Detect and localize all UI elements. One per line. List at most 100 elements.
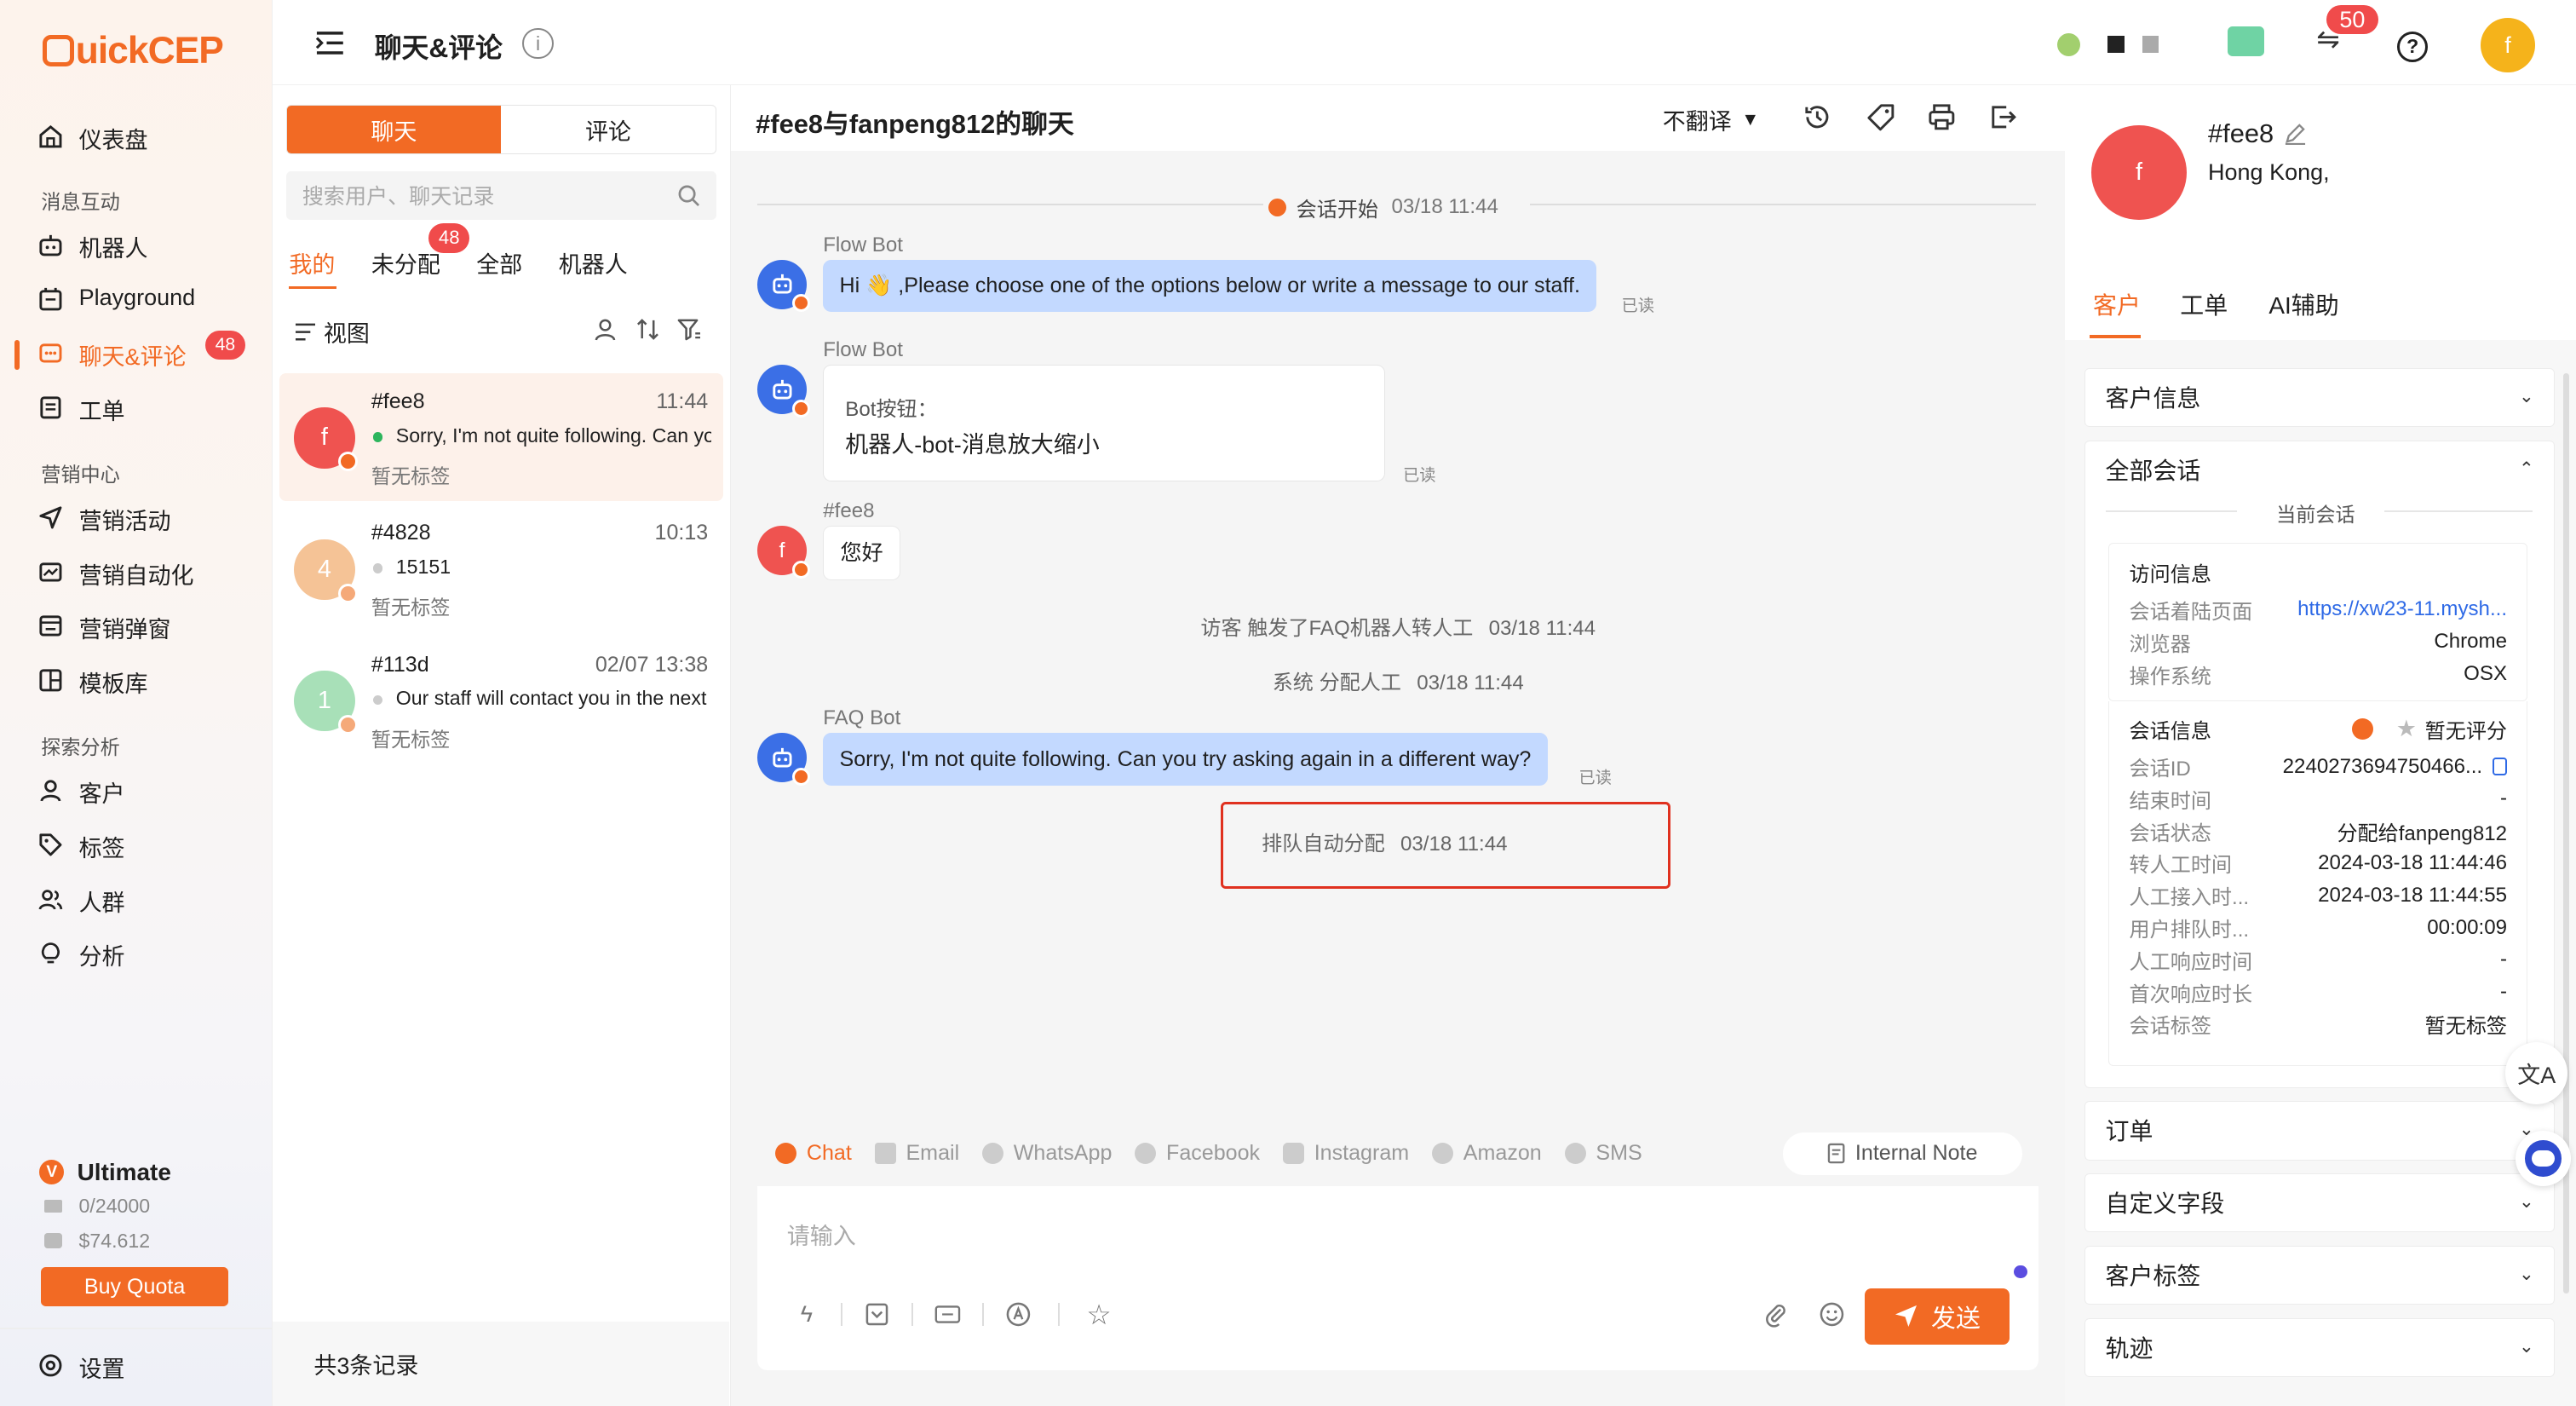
chat-channel-icon xyxy=(338,583,359,603)
channel-tab-sms[interactable]: SMS xyxy=(1564,1141,1642,1166)
sidebar-item-chat-comment[interactable]: 聊天&评论 48 xyxy=(0,329,273,378)
sidebar-item-dashboard[interactable]: 仪表盘 xyxy=(0,112,273,161)
tab-ticket[interactable]: 工单 xyxy=(2180,287,2228,321)
unread-badge: 48 xyxy=(205,330,245,360)
field-label: 转人工时间 xyxy=(2129,854,2233,878)
translate-float-icon[interactable]: 文A xyxy=(2505,1041,2568,1104)
quickcep-logo[interactable]: uickCEP xyxy=(43,30,224,72)
help-icon[interactable]: ? xyxy=(2396,31,2429,63)
tab-customer[interactable]: 客户 xyxy=(2093,287,2141,321)
sidebar-item-audiences[interactable]: 人群 xyxy=(0,874,273,924)
chevron-down-icon: ⌄ xyxy=(2519,1265,2534,1285)
coupon-icon[interactable] xyxy=(934,1301,961,1328)
sidebar-item-automation[interactable]: 营销自动化 xyxy=(0,547,273,596)
grey-square-icon[interactable] xyxy=(2142,36,2159,53)
online-status-dot xyxy=(372,432,383,442)
channel-tab-facebook[interactable]: Facebook xyxy=(1135,1141,1260,1166)
filter-tab-bot[interactable]: 机器人 xyxy=(559,246,628,279)
sidebar-item-ticket[interactable]: 工单 xyxy=(0,383,273,432)
sidebar-item-customers[interactable]: 客户 xyxy=(0,766,273,815)
menu-collapse-icon[interactable] xyxy=(315,30,345,63)
sidebar-item-playground[interactable]: Playground xyxy=(0,274,273,324)
copy-icon[interactable] xyxy=(2492,757,2508,776)
section-title: 自定义字段 xyxy=(2105,1190,2225,1217)
filter-tab-all[interactable]: 全部 xyxy=(476,246,522,279)
message-input[interactable]: 请输入 xyxy=(787,1218,856,1251)
custom-fields-section[interactable]: 自定义字段 ⌄ xyxy=(2084,1173,2555,1233)
session-row: 会话标签 暂无标签 xyxy=(2130,1008,2508,1040)
tab-chat[interactable]: 聊天 xyxy=(286,106,502,154)
customer-name: #fee8 xyxy=(2208,118,2274,148)
sidebar-item-templates[interactable]: 模板库 xyxy=(0,656,273,706)
channel-tab-chat[interactable]: Chat xyxy=(775,1141,852,1166)
inbox-icon[interactable] xyxy=(864,1301,890,1328)
ai-write-icon[interactable] xyxy=(1005,1301,1032,1328)
field-value: - xyxy=(2500,980,2508,1004)
sidebar-item-campaigns[interactable]: 营销活动 xyxy=(0,493,273,543)
shopify-icon[interactable] xyxy=(2056,32,2080,56)
filter-tab-mine[interactable]: 我的 xyxy=(289,246,335,279)
sidebar-item-tags[interactable]: 标签 xyxy=(0,820,273,869)
bot-avatar xyxy=(757,733,810,786)
channel-label: Amazon xyxy=(1463,1141,1542,1166)
channel-tab-email[interactable]: Email xyxy=(874,1141,959,1166)
sort-icon[interactable] xyxy=(635,317,660,349)
assignee-filter-icon[interactable] xyxy=(593,317,618,349)
playground-icon xyxy=(37,286,64,313)
translate-dropdown[interactable]: 不翻译 ▼ xyxy=(1663,103,1760,136)
conversation-item[interactable]: 4 #4828 10:13 15151 暂无标签 xyxy=(279,504,723,632)
sidebar-item-analysis[interactable]: 分析 xyxy=(0,929,273,978)
bulb-icon xyxy=(37,940,64,966)
view-selector[interactable]: 视图 xyxy=(296,315,370,349)
bot-avatar xyxy=(757,365,810,418)
message-center-icon[interactable] xyxy=(2228,26,2264,56)
read-status: 已读 xyxy=(1403,466,1436,485)
history-icon[interactable] xyxy=(1803,102,1832,139)
channel-label: Chat xyxy=(806,1141,852,1166)
conversation-search-input[interactable]: 搜索用户、聊天记录 xyxy=(285,170,716,221)
sidebar-item-popups[interactable]: 营销弹窗 xyxy=(0,602,273,651)
emoji-icon[interactable] xyxy=(1819,1301,1845,1328)
orders-section[interactable]: 订单 ⌄ xyxy=(2084,1101,2555,1161)
system-message-text: 访客 触发了FAQ机器人转人工 xyxy=(1200,617,1474,641)
edit-icon[interactable] xyxy=(2284,122,2307,146)
customer-info-section[interactable]: 客户信息 ⌄ xyxy=(2084,368,2555,428)
sidebar-section-messaging: 消息互动 xyxy=(41,190,120,213)
sidebar-item-settings[interactable]: 设置 xyxy=(0,1341,273,1391)
tag-icon[interactable] xyxy=(1866,102,1896,139)
filter-icon[interactable] xyxy=(677,317,702,349)
visit-row: 操作系统 OSX xyxy=(2130,658,2508,690)
conversation-item[interactable]: 1 #113d 02/07 13:38 Our staff will conta… xyxy=(279,636,723,764)
bot-button-option[interactable]: 机器人-bot-消息放大缩小 xyxy=(845,426,1100,459)
conversation-item[interactable]: f #fee8 11:44 Sorry, I'm not quite follo… xyxy=(279,372,723,502)
buy-quota-button[interactable]: Buy Quota xyxy=(41,1266,229,1307)
all-sessions-header[interactable]: 全部会话 ⌃ xyxy=(2085,441,2554,498)
attachment-icon[interactable] xyxy=(1762,1301,1789,1328)
internal-note-button[interactable]: Internal Note xyxy=(1782,1132,2023,1175)
channel-tab-amazon[interactable]: Amazon xyxy=(1432,1141,1542,1166)
exit-icon[interactable] xyxy=(1988,102,2018,139)
robot-icon xyxy=(772,274,792,294)
channel-tab-instagram[interactable]: Instagram xyxy=(1283,1141,1409,1166)
black-square-icon[interactable] xyxy=(2107,36,2125,53)
quick-reply-icon[interactable]: ϟ xyxy=(793,1301,819,1328)
divider xyxy=(757,204,1264,206)
user-avatar[interactable]: f xyxy=(2481,18,2535,72)
tab-comment[interactable]: 评论 xyxy=(501,106,716,153)
send-button[interactable]: 发送 xyxy=(1864,1288,2010,1345)
sidebar-item-bot[interactable]: 机器人 xyxy=(0,220,273,269)
filter-tab-unassigned[interactable]: 未分配 xyxy=(371,246,440,279)
chat-panel: #fee8与fanpeng812的聊天 不翻译 ▼ 会话开始 03/18 11:… xyxy=(731,85,2066,1406)
print-icon[interactable] xyxy=(1927,102,1957,139)
channel-tab-whatsapp[interactable]: WhatsApp xyxy=(982,1141,1112,1166)
star-icon[interactable]: ☆ xyxy=(1086,1299,1113,1330)
trail-section[interactable]: 轨迹 ⌄ xyxy=(2084,1317,2555,1378)
tab-ai-assist[interactable]: AI辅助 xyxy=(2268,287,2338,321)
customer-location: Hong Kong, xyxy=(2208,159,2330,186)
session-info-title: 会话信息 xyxy=(2129,719,2211,743)
customer-tags-section[interactable]: 客户标签 ⌄ xyxy=(2084,1245,2555,1305)
toolbar-divider xyxy=(982,1303,985,1327)
composer-toolbar: ϟ ☆ xyxy=(793,1299,1113,1330)
landing-page-link[interactable]: https://xw23-11.mysh... xyxy=(2297,597,2507,621)
info-icon[interactable]: i xyxy=(522,27,554,60)
